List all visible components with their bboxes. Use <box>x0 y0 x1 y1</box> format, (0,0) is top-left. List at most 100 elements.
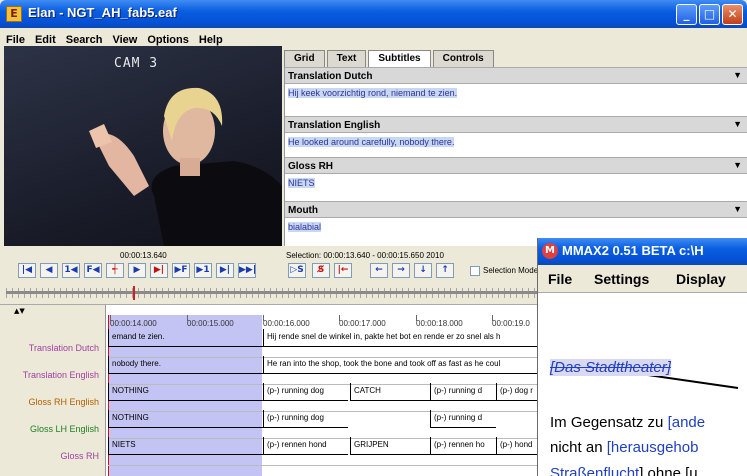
tier-names-column: ▲▼ Translation Dutch Translation English… <box>0 305 106 476</box>
tab-grid[interactable]: Grid <box>284 50 325 67</box>
markable-das-stadttheater[interactable]: [Das Stadttheater] <box>550 359 671 376</box>
menu-edit[interactable]: Edit <box>29 32 60 46</box>
markable[interactable]: Straßenflucht <box>550 465 639 476</box>
tier-name: Mouth <box>288 205 318 216</box>
play-selection-back-button[interactable]: ┽ <box>106 263 124 278</box>
tier-name-gloss-lh-english[interactable]: Gloss LH English <box>30 424 99 434</box>
maximize-button[interactable]: □ <box>699 4 720 25</box>
annotation[interactable]: (p-) dog r <box>496 383 537 401</box>
tier-name-gloss-rh[interactable]: Gloss RH <box>60 451 99 461</box>
text-span: ] ohne [u <box>639 465 698 476</box>
annotation[interactable]: He ran into the shop, took the bone and … <box>263 356 537 374</box>
next-second-button[interactable]: ▶| <box>216 263 234 278</box>
minimize-button[interactable]: _ <box>676 4 697 25</box>
selection-readout: Selection: 00:00:13.640 - 00:00:15.650 2… <box>286 251 444 260</box>
mmax2-title-bar[interactable]: M MMAX2 0.51 BETA c:\H <box>538 238 747 265</box>
menu-file[interactable]: File <box>0 32 29 46</box>
play-button[interactable]: ▶ <box>128 263 146 278</box>
annotation[interactable]: (p-) rennen ho <box>430 437 496 455</box>
annotation[interactable]: (p-) hond <box>496 437 537 455</box>
ruler-cursor-marker[interactable] <box>133 286 135 300</box>
mmax2-menu-settings[interactable]: Settings <box>594 271 649 287</box>
tier-down-button[interactable]: ↓ <box>414 263 432 278</box>
previous-frame-button[interactable]: 1◀ <box>62 263 80 278</box>
annotation[interactable]: CATCH <box>350 383 430 401</box>
next-pixel-button[interactable]: ▶1 <box>194 263 212 278</box>
tier-name-gloss-rh-english[interactable]: Gloss RH English <box>28 397 99 407</box>
video-viewer[interactable]: CAM 3 <box>4 46 282 246</box>
text-line: nicht an [herausgehob <box>550 439 698 456</box>
annotation[interactable]: NIETS <box>108 437 263 455</box>
go-to-begin-button[interactable]: |◀ <box>18 263 36 278</box>
annotation[interactable]: nobody there. <box>108 356 263 374</box>
menu-help[interactable]: Help <box>193 32 227 46</box>
tab-subtitles[interactable]: Subtitles <box>368 50 431 68</box>
tab-controls[interactable]: Controls <box>432 50 494 67</box>
tab-text[interactable]: Text <box>326 50 367 67</box>
next-frame-button[interactable]: ▶F <box>172 263 190 278</box>
mmax2-title: MMAX2 0.51 BETA c:\H <box>562 243 704 258</box>
title-bar[interactable]: E Elan - NGT_AH_fab5.eaf _ □ ✕ <box>0 0 747 28</box>
window-title: Elan - NGT_AH_fab5.eaf <box>28 5 177 20</box>
menu-options[interactable]: Options <box>141 32 193 46</box>
close-button[interactable]: ✕ <box>722 4 743 25</box>
annotation[interactable]: GRIJPEN <box>350 437 430 455</box>
clear-selection-button[interactable]: S̸ <box>312 263 330 278</box>
previous-annotation-button[interactable]: ← <box>370 263 388 278</box>
play-around-selection-button[interactable]: ▷S <box>288 263 306 278</box>
tier-dropdown-gloss-rh[interactable]: Gloss RH ▼ <box>285 157 747 174</box>
text-line: Im Gegensatz zu [ande <box>550 414 705 431</box>
annotation[interactable]: (p-) running d <box>430 410 496 428</box>
tier-dropdown-translation-dutch[interactable]: Translation Dutch ▼ <box>285 67 747 84</box>
dropdown-arrow-icon[interactable]: ▼ <box>733 70 742 80</box>
tab-bar: Grid Text Subtitles Controls <box>284 50 496 68</box>
go-to-end-button[interactable]: ▶▶| <box>238 263 256 278</box>
tick-label: 00:00:14.000 <box>110 319 157 328</box>
tier-name-translation-dutch[interactable]: Translation Dutch <box>29 343 99 353</box>
play-selection-button[interactable]: ▶| <box>150 263 168 278</box>
tier-dropdown-mouth[interactable]: Mouth ▼ <box>285 201 747 218</box>
mmax2-menu-display[interactable]: Display <box>676 271 726 287</box>
go-to-selection-begin-button[interactable]: |← <box>334 263 352 278</box>
text-span: nicht an <box>550 439 607 456</box>
tick-label: 00:00:18.000 <box>416 319 463 328</box>
tick-label: 00:00:17.000 <box>339 319 386 328</box>
dropdown-arrow-icon[interactable]: ▼ <box>733 160 742 170</box>
previous-second-button[interactable]: ◀ <box>40 263 58 278</box>
annotation[interactable]: (p-) running dog <box>263 410 348 428</box>
markable[interactable]: [herausgehob <box>607 439 699 456</box>
mmax2-app-icon: M <box>542 243 558 259</box>
annotation[interactable]: (p-) running d <box>430 383 496 401</box>
timeline-viewer[interactable]: ▲▼ Translation Dutch Translation English… <box>0 304 537 476</box>
subtitle-text: Hij keek voorzichtig rond, niemand te zi… <box>288 88 458 98</box>
annotation[interactable]: NOTHING <box>108 410 263 428</box>
dropdown-arrow-icon[interactable]: ▼ <box>733 204 742 214</box>
markable[interactable]: [ande <box>668 414 706 431</box>
tick-label: 00:00:16.000 <box>263 319 310 328</box>
tier-up-button[interactable]: ↑ <box>436 263 454 278</box>
subtitle-text: NIETS <box>288 178 315 188</box>
dropdown-arrow-icon[interactable]: ▼ <box>733 119 742 129</box>
annotation[interactable]: emand te zien. <box>108 329 263 347</box>
next-annotation-button[interactable]: → <box>392 263 410 278</box>
mmax2-menu-file[interactable]: File <box>548 271 572 287</box>
tier-dropdown-translation-english[interactable]: Translation English ▼ <box>285 116 747 133</box>
annotation[interactable]: Hij rende snel de winkel in, pakte het b… <box>263 329 537 347</box>
markable-line[interactable]: [Das Stadttheater] <box>550 359 671 376</box>
selection-mode-label: Selection Mode <box>483 266 539 275</box>
menu-view[interactable]: View <box>106 32 141 46</box>
mmax2-window[interactable]: M MMAX2 0.51 BETA c:\H File Settings Dis… <box>537 238 747 476</box>
selection-mode-checkbox[interactable] <box>470 266 480 276</box>
tier-name: Translation Dutch <box>288 71 373 82</box>
annotation[interactable]: (p-) running dog <box>263 383 348 401</box>
time-ruler-bar <box>6 291 540 294</box>
previous-pixel-button[interactable]: F◀ <box>84 263 102 278</box>
collapse-arrows-icon[interactable]: ▲▼ <box>14 307 25 315</box>
mmax2-menu-bar: File Settings Display <box>538 265 747 293</box>
annotation[interactable]: NOTHING <box>108 383 263 401</box>
menu-bar: File Edit Search View Options Help <box>0 28 747 46</box>
annotation[interactable]: (p-) rennen hond <box>263 437 348 455</box>
subtitle-text: He looked around carefully, nobody there… <box>288 137 455 147</box>
tier-name-translation-english[interactable]: Translation English <box>23 370 99 380</box>
menu-search[interactable]: Search <box>60 32 107 46</box>
